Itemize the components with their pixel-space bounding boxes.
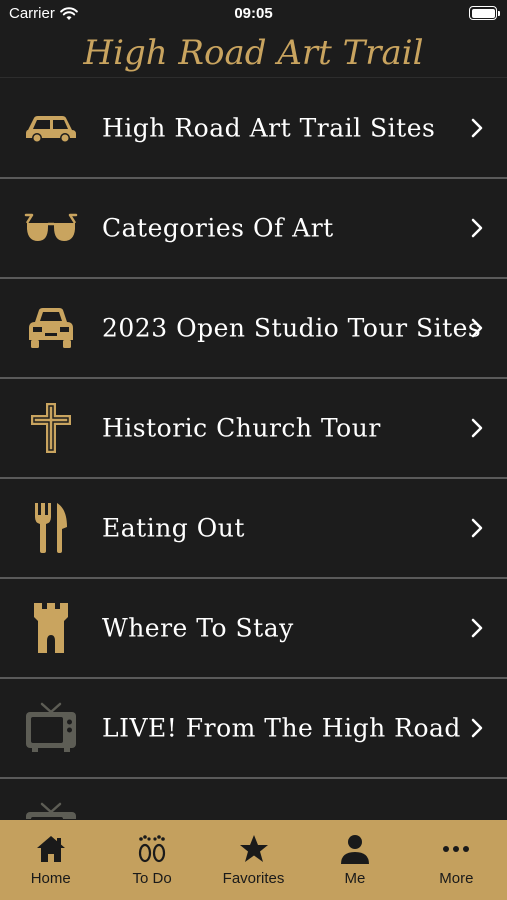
menu-item-live-from-high-road[interactable]: LIVE! From The High Road [0,679,507,779]
castle-tower-icon [24,601,78,655]
footprints-icon [135,832,169,866]
chevron-right-icon [471,518,483,538]
person-icon [338,832,372,866]
page-title: High Road Art Trail [0,28,507,78]
sunglasses-icon [24,201,78,255]
menu-item-eating-out[interactable]: Eating Out [0,479,507,579]
menu-item-label: Eating Out [102,513,245,543]
tab-favorites[interactable]: Favorites [203,820,304,900]
tab-label: Home [30,870,71,887]
chevron-right-icon [471,418,483,438]
chevron-right-icon [471,718,483,738]
tab-home[interactable]: Home [0,820,101,900]
menu-item-label: Historic Church Tour [102,413,381,443]
menu-item-label: LIVE! From The High Road [102,713,461,743]
menu-item-partial[interactable] [0,779,507,819]
menu-item-label: High Road Art Trail Sites [102,113,436,143]
tv-icon [24,701,78,755]
menu-item-label: Where To Stay [102,613,294,643]
home-icon [34,832,68,866]
menu-item-label: Categories Of Art [102,213,334,243]
tab-label: Favorites [222,870,285,887]
chevron-right-icon [471,618,483,638]
chevron-right-icon [471,118,483,138]
menu-item-historic-church-tour[interactable]: Historic Church Tour [0,379,507,479]
status-bar: Carrier 09:05 [0,0,507,30]
tab-me[interactable]: Me [304,820,405,900]
tab-to-do[interactable]: To Do [101,820,202,900]
menu-list: High Road Art Trail Sites Categories Of … [0,79,507,819]
car-side-icon [24,101,78,155]
status-time: 09:05 [234,5,273,22]
tv-icon [24,801,78,819]
menu-item-open-studio-tour[interactable]: 2023 Open Studio Tour Sites [0,279,507,379]
tab-more[interactable]: More [406,820,507,900]
menu-item-where-to-stay[interactable]: Where To Stay [0,579,507,679]
tab-label: Me [344,870,366,887]
car-front-icon [24,301,78,355]
star-icon [237,832,271,866]
more-dots-icon [439,832,473,866]
tab-label: To Do [132,870,172,887]
menu-item-label: 2023 Open Studio Tour Sites [102,313,482,343]
tab-bar: Home To Do Favorites Me More [0,820,507,900]
chevron-right-icon [471,218,483,238]
cross-icon [24,401,78,455]
menu-item-categories-of-art[interactable]: Categories Of Art [0,179,507,279]
chevron-right-icon [471,318,483,338]
battery-icon [469,6,500,20]
fork-knife-icon [24,501,78,555]
tab-label: More [439,870,474,887]
menu-item-art-trail-sites[interactable]: High Road Art Trail Sites [0,79,507,179]
